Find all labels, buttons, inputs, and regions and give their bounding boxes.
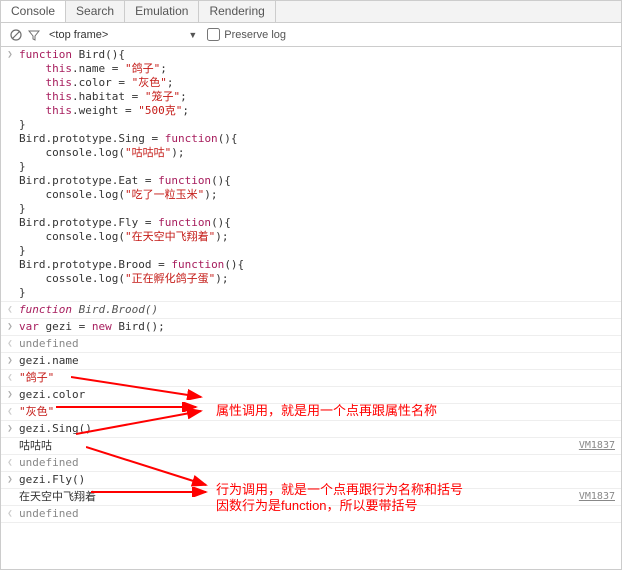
devtools-tabs: Console Search Emulation Rendering (1, 1, 621, 23)
console-output-row: "灰色" (1, 404, 621, 421)
source-link[interactable]: VM1837 (579, 439, 615, 453)
console-input-row[interactable]: gezi.name (1, 353, 621, 370)
input-marker-icon (1, 473, 19, 487)
clear-console-icon[interactable] (7, 29, 25, 41)
code-input: gezi.color (19, 388, 621, 402)
console-output-row: undefined (1, 506, 621, 523)
filter-icon[interactable] (25, 29, 43, 41)
input-marker-icon (1, 354, 19, 368)
input-marker-icon (1, 48, 19, 300)
console-log-row: 在天空中飞翔着 VM1837 (1, 489, 621, 506)
output-marker-icon (1, 456, 19, 470)
console-body: function Bird(){ this.name = "鸽子"; this.… (1, 47, 621, 523)
log-marker (1, 490, 19, 504)
output-marker-icon (1, 405, 19, 419)
log-output: 在天空中飞翔着 (19, 490, 621, 504)
console-output-row: undefined (1, 336, 621, 353)
log-output: 咕咕咕 (19, 439, 621, 453)
output-marker-icon (1, 507, 19, 521)
output-value: undefined (19, 337, 621, 351)
tab-search[interactable]: Search (66, 1, 125, 22)
console-output-row: "鸽子" (1, 370, 621, 387)
console-input-row[interactable]: gezi.color (1, 387, 621, 404)
tab-console[interactable]: Console (1, 1, 66, 22)
output-marker-icon (1, 371, 19, 385)
code-input: gezi.Sing() (19, 422, 621, 436)
preserve-log[interactable]: Preserve log (207, 28, 286, 41)
code-input: gezi.Fly() (19, 473, 621, 487)
output-marker-icon (1, 303, 19, 317)
input-marker-icon (1, 320, 19, 334)
console-input-row[interactable]: var gezi = new Bird(); (1, 319, 621, 336)
output-value: function Bird.Brood() (19, 303, 621, 317)
console-input-row[interactable]: gezi.Sing() (1, 421, 621, 438)
frame-select-label: <top frame> (49, 29, 108, 41)
code-input: var gezi = new Bird(); (19, 320, 621, 334)
tab-rendering[interactable]: Rendering (199, 1, 275, 22)
code-input: function Bird(){ this.name = "鸽子"; this.… (19, 48, 621, 300)
console-input-row[interactable]: function Bird(){ this.name = "鸽子"; this.… (1, 47, 621, 302)
output-marker-icon (1, 337, 19, 351)
console-input-row[interactable]: gezi.Fly() (1, 472, 621, 489)
output-value: "鸽子" (19, 371, 621, 385)
input-marker-icon (1, 422, 19, 436)
source-link[interactable]: VM1837 (579, 490, 615, 504)
output-value: undefined (19, 456, 621, 470)
output-value: undefined (19, 507, 621, 521)
input-marker-icon (1, 388, 19, 402)
preserve-log-checkbox[interactable] (207, 28, 220, 41)
console-output-row: undefined (1, 455, 621, 472)
dropdown-triangle-icon: ▼ (188, 30, 197, 40)
console-toolbar: <top frame> ▼ Preserve log (1, 23, 621, 47)
code-input: gezi.name (19, 354, 621, 368)
console-log-row: 咕咕咕 VM1837 (1, 438, 621, 455)
preserve-log-label: Preserve log (224, 29, 286, 41)
tab-emulation[interactable]: Emulation (125, 1, 199, 22)
output-value: "灰色" (19, 405, 621, 419)
console-output-row: function Bird.Brood() (1, 302, 621, 319)
log-marker (1, 439, 19, 453)
frame-select[interactable]: <top frame> ▼ (49, 29, 197, 41)
